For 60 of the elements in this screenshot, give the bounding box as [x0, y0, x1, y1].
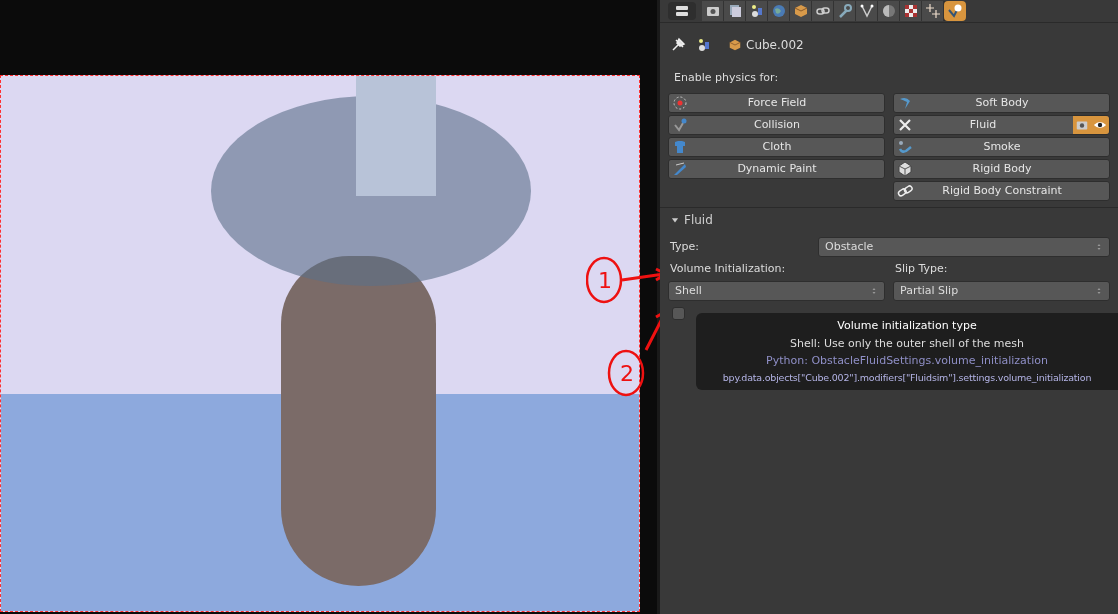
tooltip-path: bpy.data.objects["Cube.002"].modifiers["Fluidsim"].settings.volume_initialization [722, 370, 1092, 385]
checkbox[interactable] [672, 307, 685, 320]
tooltip-description: Shell: Use only the outer shell of the mesh [789, 335, 1025, 352]
brush-icon [672, 161, 688, 177]
field-label: Type: [669, 238, 700, 255]
physics-button[interactable]: Collision [668, 115, 885, 135]
properties-tab[interactable] [900, 1, 922, 21]
render-toggle[interactable] [1073, 116, 1091, 134]
target-icon [672, 95, 688, 111]
properties-tab[interactable] [834, 1, 856, 21]
viewport-toggle[interactable] [1091, 116, 1109, 134]
tooltip-python: Python: ObstacleFluidSettings.volume_initialization [766, 353, 1048, 369]
editor-type-icon [674, 3, 690, 19]
physics-button[interactable]: Force Field [668, 93, 885, 113]
tick-icon [672, 117, 688, 133]
data-icon [858, 3, 875, 19]
physics-button[interactable]: Dynamic Paint [668, 159, 885, 179]
physics-button[interactable]: Cloth [668, 137, 885, 157]
properties-tab[interactable] [724, 1, 746, 21]
physics-button[interactable]: Rigid Body Constraint [893, 181, 1110, 201]
collapse-icon[interactable] [670, 215, 680, 225]
tooltip-title: Volume initialization type [837, 318, 977, 334]
properties-tab[interactable] [702, 1, 724, 21]
dropdown[interactable]: Obstacle [818, 237, 1110, 257]
properties-tab[interactable] [922, 1, 944, 21]
object-name: Cube.002 [746, 37, 804, 54]
physics-button[interactable]: Soft Body [893, 93, 1110, 113]
properties-tab[interactable] [856, 1, 878, 21]
dropdown[interactable]: Shell [668, 281, 885, 301]
object-icon [792, 3, 809, 19]
pipe-icon [897, 139, 913, 155]
properties-tab[interactable] [944, 1, 966, 21]
physics-button[interactable]: Smoke [893, 137, 1110, 157]
particles-icon [924, 3, 941, 19]
chain-icon [897, 183, 913, 199]
physics-button[interactable]: Rigid Body [893, 159, 1110, 179]
field-label: Volume Initialization: [669, 261, 787, 277]
pin-icon [670, 37, 686, 53]
physics-icon [947, 3, 963, 19]
properties-tab[interactable] [812, 1, 834, 21]
cube-icon [728, 38, 742, 52]
section-label: Enable physics for: [673, 70, 780, 86]
annotation-number: 2 [620, 361, 634, 386]
material-icon [880, 3, 897, 19]
polyhedron-icon [897, 161, 913, 177]
world-icon [770, 3, 787, 19]
properties-tab[interactable] [768, 1, 790, 21]
annotation-number: 1 [598, 268, 612, 293]
shirt-icon [672, 139, 688, 155]
field-label: Slip Type: [894, 261, 949, 277]
physics-button[interactable]: Fluid [893, 115, 1110, 135]
editor-type-button[interactable] [668, 2, 696, 20]
panel-title[interactable]: Fluid [684, 211, 713, 229]
properties-tab[interactable] [878, 1, 900, 21]
properties-tab[interactable] [790, 1, 812, 21]
dropdown[interactable]: Partial Slip [893, 281, 1110, 301]
texture-icon [902, 3, 919, 19]
properties-tab[interactable] [746, 1, 768, 21]
close-icon [897, 117, 913, 133]
scene-icon [696, 37, 712, 53]
